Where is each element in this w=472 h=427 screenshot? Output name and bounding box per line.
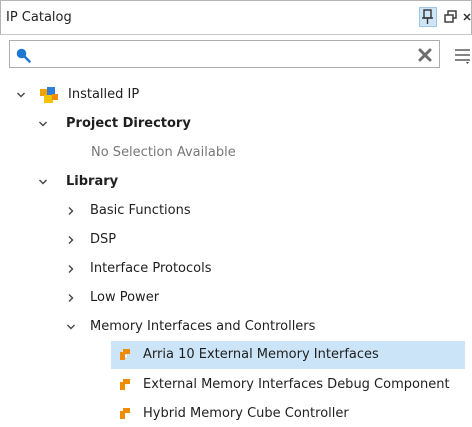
chevron-down-icon[interactable]: [66, 322, 76, 332]
tree-leaf-label: Hybrid Memory Cube Controller: [143, 406, 349, 421]
tree-node-empty-message: No Selection Available: [0, 140, 472, 166]
tree-node-label: Memory Interfaces and Controllers: [90, 319, 316, 334]
tree-node-dsp[interactable]: DSP: [0, 227, 472, 253]
no-selection-text: No Selection Available: [91, 145, 236, 160]
tree-node-project-directory[interactable]: Project Directory: [0, 111, 472, 137]
chevron-right-icon[interactable]: [66, 264, 76, 274]
tree-leaf-label: External Memory Interfaces Debug Compone…: [143, 377, 450, 392]
panel-titlebar: IP Catalog: [0, 0, 472, 35]
ip-core-icon: [120, 379, 130, 390]
tree-node-memory-interfaces[interactable]: Memory Interfaces and Controllers: [0, 314, 472, 340]
chevron-right-icon[interactable]: [66, 206, 76, 216]
tree-node-label: Basic Functions: [90, 203, 191, 218]
search-bar: [0, 40, 472, 68]
search-icon: [16, 48, 31, 63]
ip-core-icon: [120, 408, 130, 419]
tree-leaf-hmc-controller[interactable]: Hybrid Memory Cube Controller: [111, 401, 472, 427]
tree-leaf-label: Arria 10 External Memory Interfaces: [143, 347, 379, 362]
tree-node-label: Interface Protocols: [90, 261, 212, 276]
chevron-right-icon[interactable]: [66, 235, 76, 245]
tree-node-library[interactable]: Library: [0, 169, 472, 195]
tree-leaf-emif-debug[interactable]: External Memory Interfaces Debug Compone…: [111, 372, 472, 398]
tree-node-low-power[interactable]: Low Power: [0, 285, 472, 311]
float-window-button[interactable]: [444, 9, 458, 25]
tree-leaf-arria10-emif[interactable]: Arria 10 External Memory Interfaces: [111, 341, 465, 369]
tree-node-label: Project Directory: [66, 116, 191, 131]
pin-button[interactable]: [419, 7, 437, 27]
tree-node-label: DSP: [90, 232, 117, 247]
search-input[interactable]: [34, 44, 398, 66]
ip-core-icon: [120, 349, 130, 360]
tree-node-label: Low Power: [90, 290, 160, 305]
tree-node-label: Installed IP: [68, 87, 140, 102]
menu-icon[interactable]: [453, 45, 472, 65]
tree-node-installed-ip[interactable]: Installed IP: [0, 82, 472, 108]
close-panel-button[interactable]: [462, 9, 472, 25]
float-window-icon: [444, 10, 457, 23]
close-icon: [463, 13, 471, 21]
installed-ip-icon: [40, 87, 58, 103]
tree-node-label: Library: [66, 174, 119, 189]
chevron-down-icon[interactable]: [38, 177, 48, 187]
tree-node-basic-functions[interactable]: Basic Functions: [0, 198, 472, 224]
clear-search-icon[interactable]: [417, 47, 433, 63]
chevron-down-icon[interactable]: [38, 119, 48, 129]
chevron-right-icon[interactable]: [66, 293, 76, 303]
chevron-down-icon[interactable]: [16, 90, 26, 100]
tree-node-interface-protocols[interactable]: Interface Protocols: [0, 256, 472, 282]
pin-icon: [422, 9, 433, 24]
panel-title: IP Catalog: [6, 10, 72, 25]
search-box[interactable]: [9, 40, 440, 68]
